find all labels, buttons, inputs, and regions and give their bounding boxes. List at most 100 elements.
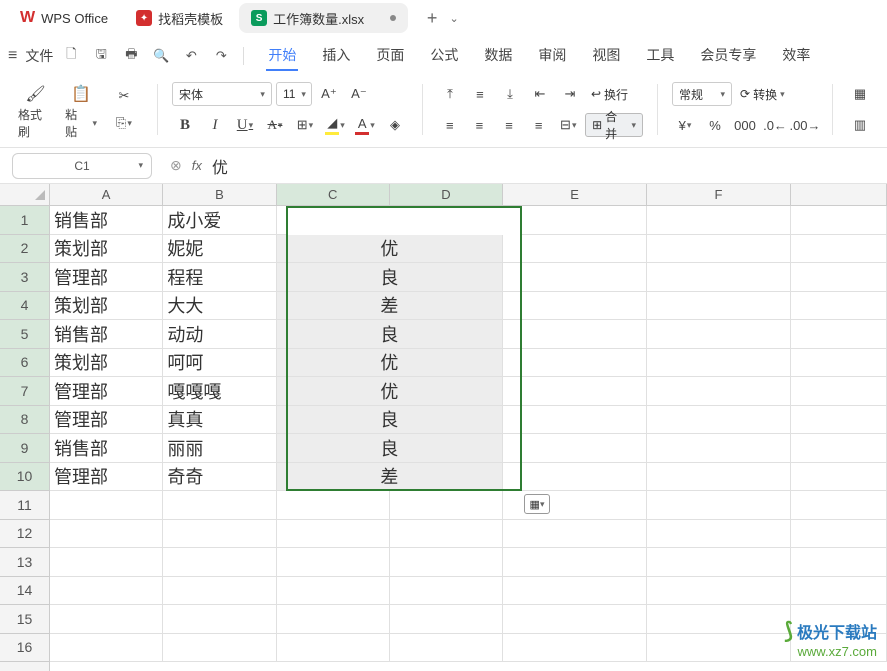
cell[interactable] <box>791 263 887 292</box>
cell[interactable] <box>647 406 791 435</box>
decrease-indent-button[interactable]: ⇤ <box>527 82 553 106</box>
cell[interactable] <box>390 605 503 634</box>
cell[interactable] <box>791 491 887 520</box>
name-box[interactable]: C1 ▾ <box>12 153 152 179</box>
cell[interactable] <box>503 605 647 634</box>
cell[interactable] <box>503 577 647 606</box>
format-table-button[interactable]: ▥ <box>847 113 873 137</box>
increase-indent-button[interactable]: ⇥ <box>557 82 583 106</box>
cell[interactable]: 成小爱 <box>163 206 276 235</box>
cell[interactable] <box>791 577 887 606</box>
cut-button[interactable]: ✂ <box>111 84 137 108</box>
menu-formula[interactable]: 公式 <box>428 41 460 71</box>
cell[interactable] <box>647 377 791 406</box>
paste-button[interactable]: 📋 粘贴▾ <box>61 82 101 137</box>
cell[interactable]: 管理部 <box>50 463 163 492</box>
cell[interactable]: 妮妮 <box>163 235 276 264</box>
menu-start[interactable]: 开始 <box>266 41 298 71</box>
cell[interactable] <box>647 235 791 264</box>
cell[interactable] <box>163 605 276 634</box>
font-size-select[interactable]: 11 ▾ <box>276 82 312 106</box>
col-header-extra[interactable] <box>791 184 887 205</box>
cell[interactable] <box>647 434 791 463</box>
cell-merged[interactable]: 差 <box>277 292 503 321</box>
cell[interactable] <box>503 406 647 435</box>
cell[interactable] <box>50 605 163 634</box>
cell[interactable] <box>50 520 163 549</box>
font-color-button[interactable]: A ▾ <box>352 113 378 137</box>
cell[interactable] <box>647 577 791 606</box>
cell[interactable]: 奇奇 <box>163 463 276 492</box>
cell[interactable] <box>503 377 647 406</box>
formula-value[interactable]: 优 <box>212 154 228 178</box>
menu-page[interactable]: 页面 <box>374 41 406 71</box>
cell[interactable] <box>277 548 390 577</box>
cell[interactable]: 呵呵 <box>163 349 276 378</box>
cell[interactable]: 真真 <box>163 406 276 435</box>
row-header[interactable]: 9 <box>0 434 49 463</box>
strikethrough-button[interactable]: A▾ <box>262 113 288 137</box>
cell[interactable] <box>503 463 647 492</box>
cell[interactable] <box>503 520 647 549</box>
cell[interactable] <box>791 463 887 492</box>
row-header[interactable]: 6 <box>0 349 49 378</box>
menu-icon[interactable]: ≡ <box>8 47 17 65</box>
row-header[interactable]: 12 <box>0 520 49 549</box>
cell[interactable] <box>647 520 791 549</box>
cell[interactable]: 大大 <box>163 292 276 321</box>
row-header[interactable]: 1 <box>0 206 49 235</box>
cell[interactable] <box>647 292 791 321</box>
cell[interactable]: 策划部 <box>50 349 163 378</box>
col-header-E[interactable]: E <box>503 184 647 205</box>
percent-button[interactable]: % <box>702 113 728 137</box>
cell[interactable] <box>791 520 887 549</box>
comma-button[interactable]: 000 <box>732 113 758 137</box>
convert-button[interactable]: ⟳ 转换 ▾ <box>736 82 789 106</box>
cell[interactable] <box>50 577 163 606</box>
wrap-text-button[interactable]: ↩ 换行 <box>587 82 632 106</box>
redo-button[interactable]: ↷ <box>207 42 235 70</box>
cell[interactable] <box>390 548 503 577</box>
align-middle-button[interactable]: ≡ <box>467 82 493 106</box>
underline-button[interactable]: U▾ <box>232 113 258 137</box>
cell[interactable] <box>503 634 647 663</box>
cell[interactable] <box>163 577 276 606</box>
menu-review[interactable]: 审阅 <box>536 41 568 71</box>
col-header-C[interactable]: C <box>277 184 390 205</box>
merge-button[interactable]: ⊞ 合并 ▾ <box>585 113 643 137</box>
font-name-select[interactable]: 宋体 ▾ <box>172 82 272 106</box>
font-effects-button[interactable]: ◈ <box>382 113 408 137</box>
decrease-decimal-button[interactable]: .0← <box>762 113 788 137</box>
row-header[interactable]: 16 <box>0 634 49 663</box>
cell-merged[interactable]: 良 <box>277 434 503 463</box>
cell[interactable] <box>647 634 791 663</box>
cell[interactable] <box>791 292 887 321</box>
align-bottom-button[interactable]: ⤓ <box>497 82 523 106</box>
cell[interactable] <box>277 634 390 663</box>
menu-tools[interactable]: 工具 <box>644 41 676 71</box>
row-header[interactable]: 10 <box>0 463 49 492</box>
print-preview-button[interactable]: 🔍 <box>147 42 175 70</box>
align-right-button[interactable]: ≡ <box>496 113 522 137</box>
col-header-A[interactable]: A <box>50 184 163 205</box>
add-tab-button[interactable]: + <box>420 6 444 30</box>
increase-decimal-button[interactable]: .00→ <box>792 113 818 137</box>
cell[interactable]: 动动 <box>163 320 276 349</box>
row-header[interactable]: 15 <box>0 605 49 634</box>
cell[interactable] <box>390 520 503 549</box>
cell-merged[interactable]: 良 <box>277 406 503 435</box>
cell[interactable] <box>390 491 503 520</box>
cell[interactable]: 嘎嘎嘎 <box>163 377 276 406</box>
menu-member[interactable]: 会员专享 <box>698 41 758 71</box>
cell[interactable]: 程程 <box>163 263 276 292</box>
menu-insert[interactable]: 插入 <box>320 41 352 71</box>
row-header[interactable]: 11 <box>0 491 49 520</box>
justify-button[interactable]: ≡ <box>526 113 552 137</box>
cell[interactable] <box>277 577 390 606</box>
cell[interactable] <box>647 263 791 292</box>
cell[interactable] <box>791 206 887 235</box>
cell[interactable] <box>791 235 887 264</box>
cell[interactable] <box>163 548 276 577</box>
col-header-B[interactable]: B <box>163 184 276 205</box>
cell[interactable] <box>503 320 647 349</box>
